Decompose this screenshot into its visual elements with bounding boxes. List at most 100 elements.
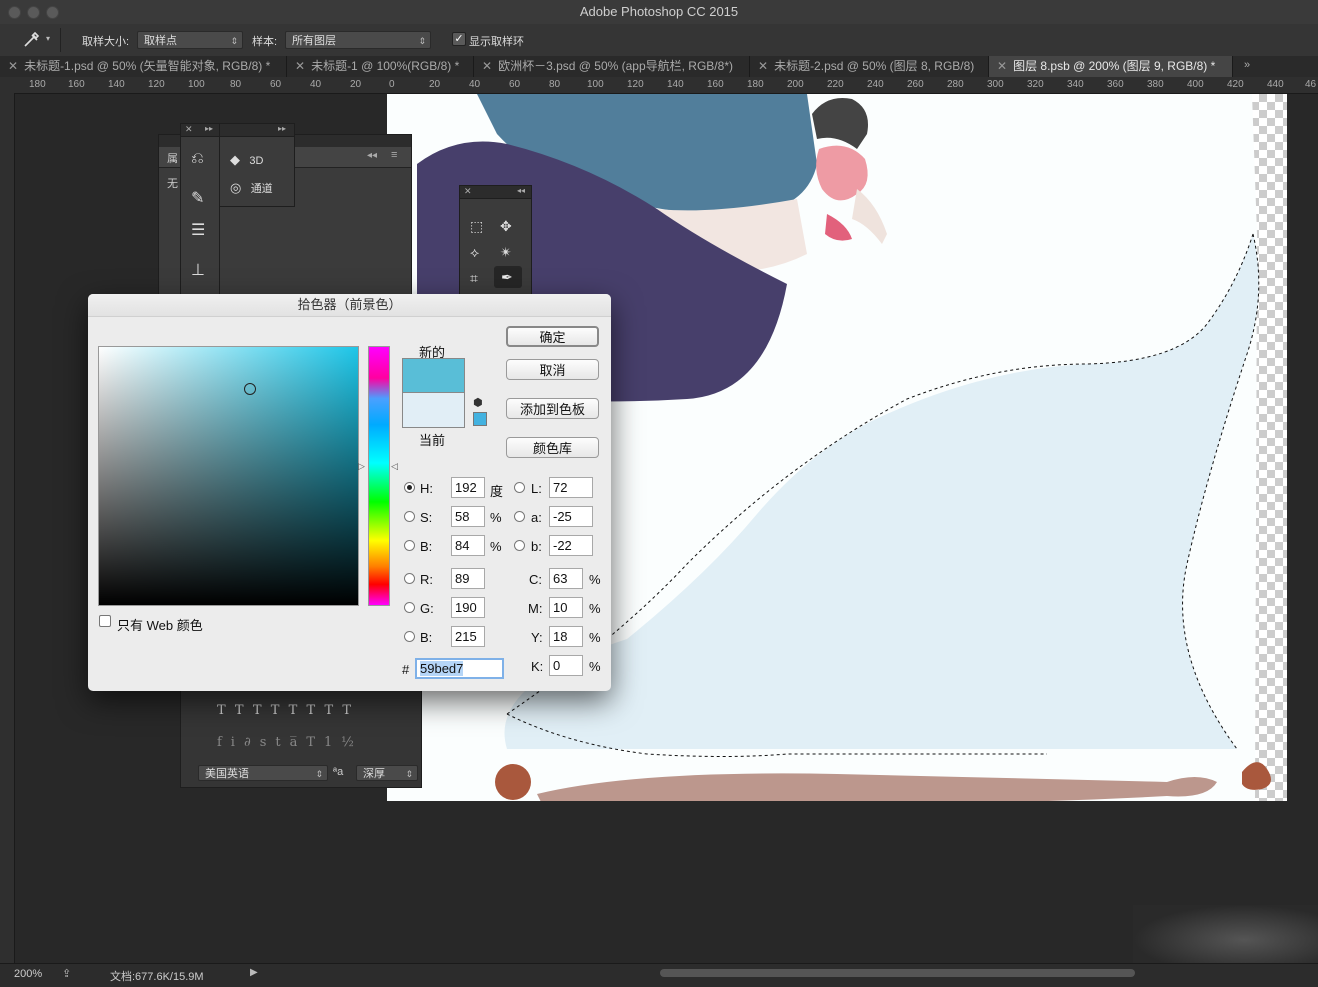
hex-field[interactable]: 59bed7 (415, 658, 504, 679)
adjustments-icon[interactable]: ☰ (191, 220, 205, 240)
lab-b-radio[interactable] (514, 540, 525, 551)
cancel-button[interactable]: 取消 (506, 359, 599, 380)
properties-tab-label[interactable]: 属 (167, 150, 178, 166)
eyedropper-tool-icon[interactable] (22, 30, 42, 51)
k-field[interactable]: 0 (549, 655, 583, 676)
select-arrows-icon: ⇕ (230, 36, 238, 46)
a-field[interactable]: -25 (549, 506, 593, 527)
close-panel-icon[interactable]: ✕ (185, 124, 193, 135)
expand-panel-icon[interactable]: ▸▸ (278, 124, 286, 133)
dialog-title[interactable]: 拾色器（前景色） (88, 294, 611, 317)
sample-value: 所有图层 (292, 35, 336, 47)
collapse-panel-icon[interactable]: ◂◂ (367, 150, 377, 161)
h-radio[interactable] (404, 482, 415, 493)
sample-select[interactable]: 所有图层 ⇕ (285, 31, 431, 49)
hue-slider[interactable] (368, 346, 390, 606)
app-title: Adobe Photoshop CC 2015 (579, 4, 739, 19)
r-field[interactable]: 89 (451, 568, 485, 589)
ruler-tick: 240 (867, 79, 884, 90)
show-ring-checkbox[interactable]: ✓ (452, 32, 466, 46)
l-radio[interactable] (514, 482, 525, 493)
language-select[interactable]: 美国英语 ⇕ (198, 765, 328, 781)
g-radio[interactable] (404, 602, 415, 613)
ruler-tick: 60 (509, 79, 521, 90)
more-tabs-icon[interactable]: » (1244, 59, 1250, 71)
show-ring-label: 显示取样环 (469, 36, 524, 48)
blue-field[interactable]: 215 (451, 626, 485, 647)
add-to-swatches-button[interactable]: 添加到色板 (506, 398, 599, 419)
close-tab-icon[interactable]: ✕ (8, 59, 18, 73)
zoom-level[interactable]: 200% (14, 968, 42, 980)
tool-preset-chevron-icon[interactable]: ▾ (46, 34, 50, 43)
l-label: L: (531, 481, 542, 496)
color-libraries-button[interactable]: 颜色库 (506, 437, 599, 458)
brightness-field[interactable]: 84 (451, 535, 485, 556)
type-style-buttons[interactable]: TTTTTTTT (217, 703, 360, 718)
close-tab-icon[interactable]: ✕ (482, 59, 492, 73)
panel-menu-icon[interactable]: ≡ (391, 149, 397, 161)
a-radio[interactable] (514, 511, 525, 522)
r-radio[interactable] (404, 573, 415, 584)
web-safe-swatch-icon[interactable] (473, 412, 487, 426)
tab-doc-4[interactable]: ✕ 未标题-2.psd @ 50% (图层 8, RGB/8) (750, 56, 989, 77)
expand-panel-icon[interactable]: ▸▸ (205, 124, 213, 133)
clone-source-icon[interactable]: ⊥ (191, 260, 205, 280)
ruler-tick: 40 (469, 79, 481, 90)
opentype-buttons[interactable]: fi∂sta̅T1½ (217, 735, 363, 750)
ruler-tick: 80 (549, 79, 561, 90)
move-tool-icon[interactable]: ✥ (500, 218, 512, 235)
c-field[interactable]: 63 (549, 568, 583, 589)
brightness-radio[interactable] (404, 540, 415, 551)
hue-slider-left-arrow[interactable]: ▷ (358, 461, 365, 472)
lasso-tool-icon[interactable]: ⟡ (470, 244, 479, 261)
vertical-ruler (0, 93, 15, 963)
tools-panel: ✕ ◂◂ ⬚ ✥ ⟡ ✴ ⌗ ✒ (459, 185, 532, 297)
panel-item-channels[interactable]: ◎ 通道 (230, 180, 290, 196)
marquee-tool-icon[interactable]: ⬚ (470, 218, 483, 235)
horizontal-scrollbar[interactable] (660, 969, 1135, 977)
ruler-tick: 360 (1107, 79, 1124, 90)
tab-doc-5[interactable]: ✕ 图层 8.psb @ 200% (图层 9, RGB/8) * (989, 56, 1233, 77)
m-field[interactable]: 10 (549, 597, 583, 618)
tab-label: 未标题-2.psd @ 50% (图层 8, RGB/8) (774, 59, 975, 73)
close-tab-icon[interactable]: ✕ (997, 59, 1007, 73)
s-unit: % (490, 510, 502, 525)
ruler-tick: 60 (270, 79, 282, 90)
close-panel-icon[interactable]: ✕ (464, 186, 472, 197)
color-field-cursor[interactable] (244, 383, 256, 395)
collapse-panel-icon[interactable]: ◂◂ (517, 186, 525, 195)
l-field[interactable]: 72 (549, 477, 593, 498)
close-tab-icon[interactable]: ✕ (758, 59, 768, 73)
eyedropper-tool-button[interactable]: ✒ (494, 266, 522, 288)
s-radio[interactable] (404, 511, 415, 522)
crop-tool-icon[interactable]: ⌗ (470, 270, 478, 287)
tab-doc-3[interactable]: ✕ 欧洲杯－3.psd @ 50% (app导航栏, RGB/8*) (474, 56, 750, 77)
history-icon[interactable]: ⎌ (191, 150, 204, 168)
share-icon[interactable]: ⇪ (62, 967, 71, 980)
saturation-brightness-field[interactable] (98, 346, 359, 606)
magic-wand-icon[interactable]: ✴ (500, 244, 512, 261)
sample-size-value: 取样点 (144, 35, 177, 47)
ok-button[interactable]: 确定 (506, 326, 599, 347)
tab-doc-1[interactable]: ✕ 未标题-1.psd @ 50% (矢量智能对象, RGB/8) * (0, 56, 287, 77)
status-menu-arrow-icon[interactable]: ▶ (250, 967, 258, 978)
close-tab-icon[interactable]: ✕ (295, 59, 305, 73)
hue-slider-right-arrow[interactable]: ◁ (391, 461, 398, 472)
s-field[interactable]: 58 (451, 506, 485, 527)
g-field[interactable]: 190 (451, 597, 485, 618)
lab-b-field[interactable]: -22 (549, 535, 593, 556)
sample-size-select[interactable]: 取样点 ⇕ (137, 31, 243, 49)
panel-item-3d[interactable]: ◆ 3D (230, 152, 290, 168)
ruler-tick: 20 (350, 79, 362, 90)
brush-icon[interactable]: ✎ (191, 188, 204, 208)
web-only-checkbox[interactable] (99, 615, 111, 627)
current-color-swatch[interactable] (402, 392, 465, 428)
y-field[interactable]: 18 (549, 626, 583, 647)
3d-cube-warning-icon[interactable]: ⬢ (473, 396, 483, 409)
blue-radio[interactable] (404, 631, 415, 642)
k-label: K: (531, 659, 544, 674)
antialias-select[interactable]: 深厚 ⇕ (356, 765, 418, 781)
tab-doc-2[interactable]: ✕ 未标题-1 @ 100%(RGB/8) * (287, 56, 474, 77)
h-field[interactable]: 192 (451, 477, 485, 498)
ruler-tick: 420 (1227, 79, 1244, 90)
